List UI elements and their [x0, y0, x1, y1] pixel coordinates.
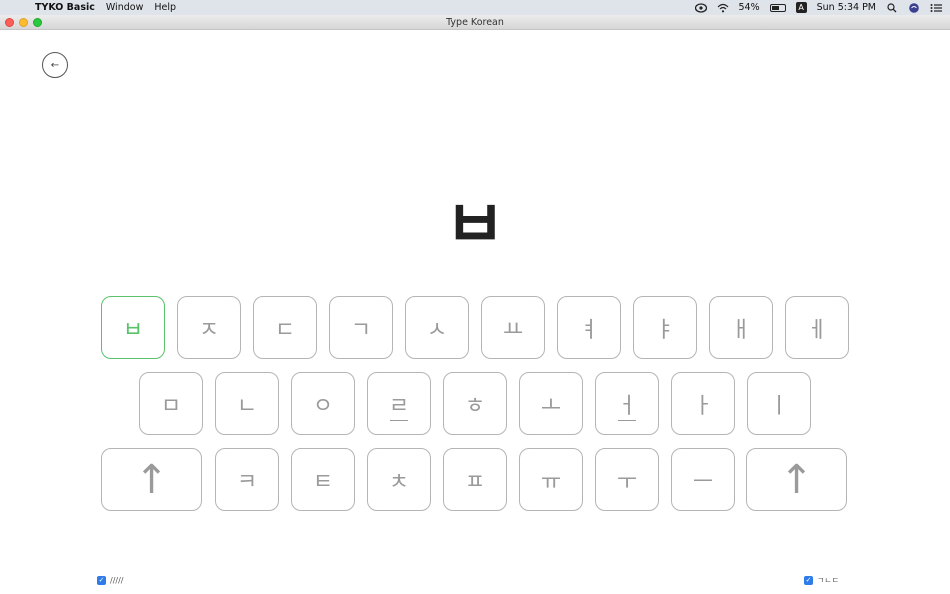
- key-label: ㅗ: [540, 393, 562, 419]
- back-button[interactable]: ←: [42, 52, 68, 78]
- key-label: ㅡ: [692, 469, 714, 495]
- key-label: ㅌ: [312, 469, 334, 495]
- key-label: ㅣ: [768, 393, 790, 419]
- left-option-label: /////: [110, 576, 124, 585]
- key-ㄴ[interactable]: ㄴ: [215, 372, 279, 435]
- window-title: Type Korean: [446, 17, 504, 28]
- key-ㅂ[interactable]: ㅂ: [101, 296, 165, 359]
- input-source-icon[interactable]: A: [795, 2, 807, 13]
- back-arrow-icon: ←: [50, 59, 60, 71]
- right-option-label: ㄱㄴㄷ: [817, 576, 840, 585]
- key-ㅓ[interactable]: ㅓ: [595, 372, 659, 435]
- shift-arrow-icon: ↑: [779, 456, 814, 503]
- key-ㅐ[interactable]: ㅐ: [709, 296, 773, 359]
- menu-app-name[interactable]: TYKO Basic: [35, 2, 95, 13]
- menu-window[interactable]: Window: [106, 2, 143, 13]
- key-label: ㅁ: [160, 393, 182, 419]
- wifi-icon[interactable]: [717, 3, 729, 13]
- key-ㅍ[interactable]: ㅍ: [443, 448, 507, 511]
- key-ㄹ[interactable]: ㄹ: [367, 372, 431, 435]
- window-titlebar[interactable]: Type Korean: [0, 15, 950, 30]
- key-ㅅ[interactable]: ㅅ: [405, 296, 469, 359]
- key-ㅇ[interactable]: ㅇ: [291, 372, 355, 435]
- key-label: ㄱ: [350, 317, 372, 343]
- shift-key-left[interactable]: ↑: [101, 448, 202, 511]
- key-label: ㅋ: [236, 469, 258, 495]
- key-ㄷ[interactable]: ㄷ: [253, 296, 317, 359]
- menu-help[interactable]: Help: [154, 2, 176, 13]
- clock[interactable]: Sun 5:34 PM: [817, 2, 876, 13]
- key-ㅜ[interactable]: ㅜ: [595, 448, 659, 511]
- key-label: ㅊ: [388, 469, 410, 495]
- key-label: ㅠ: [540, 469, 562, 495]
- key-underline: [390, 420, 408, 421]
- battery-percent: 54%: [738, 2, 760, 13]
- left-option[interactable]: ✓ /////: [97, 575, 123, 586]
- menu-bar: TYKO Basic Window Help 54% A Sun 5:34 PM: [0, 0, 950, 15]
- key-label: ㅔ: [806, 317, 828, 343]
- key-ㅗ[interactable]: ㅗ: [519, 372, 583, 435]
- key-ㅈ[interactable]: ㅈ: [177, 296, 241, 359]
- right-option[interactable]: ✓ ㄱㄴㄷ: [804, 575, 839, 586]
- key-ㅕ[interactable]: ㅕ: [557, 296, 621, 359]
- key-ㅊ[interactable]: ㅊ: [367, 448, 431, 511]
- key-label: ㅏ: [692, 393, 714, 419]
- key-ㅁ[interactable]: ㅁ: [139, 372, 203, 435]
- creative-cloud-icon[interactable]: [694, 2, 707, 13]
- key-label: ㅐ: [730, 317, 752, 343]
- key-label: ㅂ: [122, 317, 144, 343]
- shift-key-right[interactable]: ↑: [746, 448, 847, 511]
- key-label: ㅍ: [464, 469, 486, 495]
- key-label: ㅓ: [616, 393, 638, 419]
- spotlight-search-icon[interactable]: [886, 2, 898, 13]
- key-ㅣ[interactable]: ㅣ: [747, 372, 811, 435]
- key-label: ㅕ: [578, 317, 600, 343]
- key-ㅛ[interactable]: ㅛ: [481, 296, 545, 359]
- battery-icon[interactable]: [769, 3, 786, 12]
- notification-center-icon[interactable]: [930, 3, 942, 13]
- key-label: ㅜ: [616, 469, 638, 495]
- shift-arrow-icon: ↑: [134, 456, 169, 503]
- key-label: ㅇ: [312, 393, 334, 419]
- key-ㅠ[interactable]: ㅠ: [519, 448, 583, 511]
- key-ㅌ[interactable]: ㅌ: [291, 448, 355, 511]
- key-underline: [618, 420, 636, 421]
- key-ㅋ[interactable]: ㅋ: [215, 448, 279, 511]
- key-label: ㅅ: [426, 317, 448, 343]
- key-label: ㄷ: [274, 317, 296, 343]
- right-option-checkbox[interactable]: ✓: [804, 576, 813, 585]
- prompt-character: ㅂ: [444, 186, 506, 263]
- siri-icon[interactable]: [908, 2, 920, 13]
- menu-extras: 54% A Sun 5:34 PM: [694, 0, 942, 15]
- key-ㄱ[interactable]: ㄱ: [329, 296, 393, 359]
- key-label: ㅑ: [654, 317, 676, 343]
- key-label: ㅎ: [464, 393, 486, 419]
- key-ㅑ[interactable]: ㅑ: [633, 296, 697, 359]
- key-ㅔ[interactable]: ㅔ: [785, 296, 849, 359]
- key-ㅡ[interactable]: ㅡ: [671, 448, 735, 511]
- key-label: ㄴ: [236, 393, 258, 419]
- key-label: ㅛ: [502, 317, 524, 343]
- key-label: ㅈ: [198, 317, 220, 343]
- key-ㅏ[interactable]: ㅏ: [671, 372, 735, 435]
- left-option-checkbox[interactable]: ✓: [97, 576, 106, 585]
- key-label: ㄹ: [388, 393, 410, 419]
- key-ㅎ[interactable]: ㅎ: [443, 372, 507, 435]
